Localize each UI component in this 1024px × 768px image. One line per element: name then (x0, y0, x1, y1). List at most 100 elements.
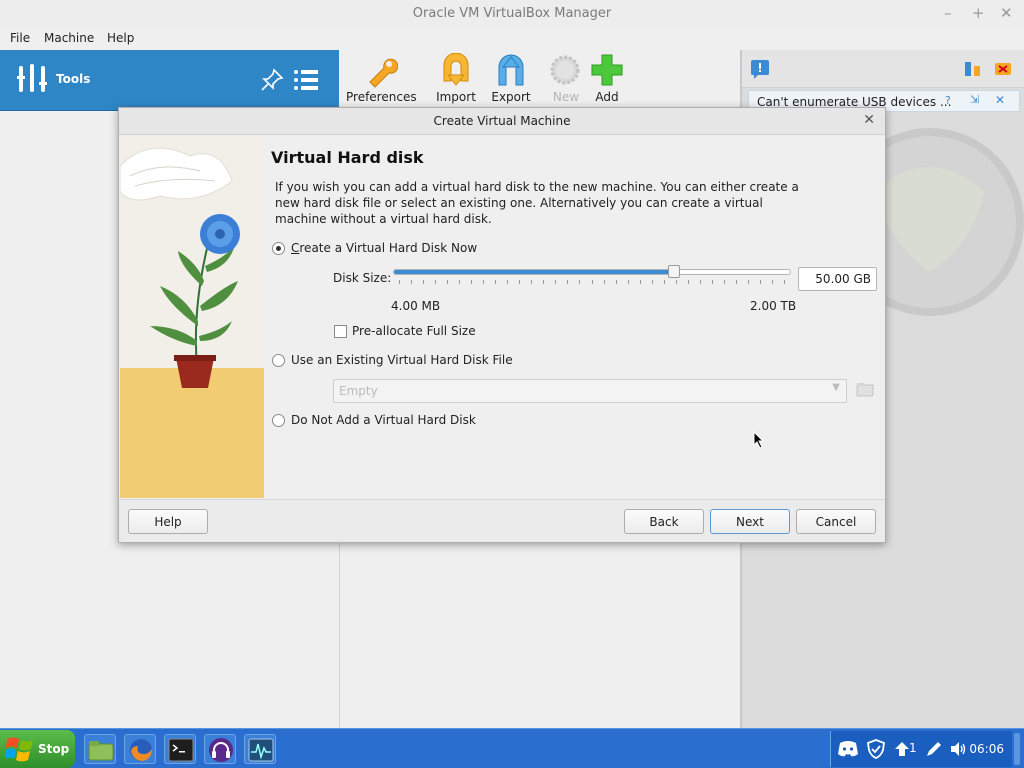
slider-tick (471, 280, 473, 284)
close-notification-icon[interactable]: ✕ (995, 93, 1005, 107)
slider-tick (747, 280, 749, 284)
slider-tick (483, 280, 485, 284)
import-icon (443, 53, 469, 86)
slider-tick (615, 280, 617, 284)
terminal-icon (168, 738, 194, 762)
slider-tick (651, 280, 653, 284)
close-icon[interactable]: ✕ (1000, 4, 1013, 22)
flower-pot-illustration (120, 136, 264, 498)
disk-size-input[interactable]: 50.00 GB (798, 267, 877, 291)
notification-toolbar (742, 50, 1024, 88)
wrench-icon (369, 58, 398, 88)
taskbar: Stop 1 06:06 (0, 728, 1024, 768)
system-tray: 1 06:06 (830, 731, 1012, 767)
no-disk-radio[interactable] (272, 414, 285, 427)
show-desktop-button[interactable] (1014, 733, 1020, 765)
slider-tick (567, 280, 569, 284)
create-now-label-text: reate a Virtual Hard Disk Now (299, 241, 478, 255)
preallocate-checkbox[interactable] (334, 325, 347, 338)
import-button[interactable]: Import (426, 50, 486, 110)
add-plus-icon (591, 54, 623, 86)
window-title: Oracle VM VirtualBox Manager (412, 6, 612, 21)
import-label: Import (436, 90, 476, 104)
tools-panel[interactable]: Tools (0, 50, 339, 111)
disk-size-slider-track[interactable] (393, 269, 791, 275)
cancel-button[interactable]: Cancel (796, 509, 876, 534)
pin-icon[interactable] (260, 68, 284, 92)
start-label: Stop (38, 742, 70, 756)
choose-disk-folder-icon[interactable] (855, 380, 875, 400)
taskbar-system-monitor[interactable] (244, 734, 276, 764)
volume-icon[interactable] (949, 740, 967, 758)
disk-size-min-label: 4.00 MB (391, 299, 441, 313)
slider-tick (627, 280, 629, 284)
no-disk-label[interactable]: Do Not Add a Virtual Hard Disk (291, 413, 476, 427)
windows-logo-icon (5, 737, 33, 762)
create-now-label[interactable]: Create a Virtual Hard Disk Now (291, 241, 477, 255)
help-button[interactable]: Help (128, 509, 208, 534)
page-heading: Virtual Hard disk (271, 148, 424, 167)
menu-help[interactable]: Help (107, 31, 134, 45)
discord-icon[interactable] (837, 740, 859, 758)
window-titlebar: Oracle VM VirtualBox Manager – + ✕ (0, 0, 1024, 28)
dialog-titlebar: Create Virtual Machine ✕ (119, 108, 885, 135)
slider-tick (447, 280, 449, 284)
slider-tick (591, 280, 593, 284)
taskbar-files[interactable] (84, 734, 116, 764)
disk-size-slider-handle[interactable] (667, 265, 680, 278)
dialog-title: Create Virtual Machine (433, 114, 571, 128)
create-now-radio[interactable] (272, 242, 285, 255)
chevron-down-icon: ▼ (832, 382, 840, 393)
slider-tick (519, 280, 521, 284)
use-existing-radio[interactable] (272, 354, 285, 367)
slider-tick (759, 280, 761, 284)
slider-tick (411, 280, 413, 284)
taskbar-audio-player[interactable] (204, 734, 236, 764)
slider-tick (507, 280, 509, 284)
disk-size-label: Disk Size: (333, 271, 392, 285)
slider-tick (603, 280, 605, 284)
clear-all-icon[interactable] (994, 60, 1012, 78)
system-monitor-icon (248, 738, 274, 762)
wizard-page: Virtual Hard disk If you wish you can ad… (269, 136, 884, 498)
slider-tick (435, 280, 437, 284)
disk-size-max-label: 2.00 TB (750, 299, 797, 313)
add-button[interactable]: Add (577, 50, 637, 110)
notification-center-icon[interactable] (750, 59, 770, 79)
dialog-button-bar: Help Back Next Cancel (119, 499, 885, 542)
preallocate-label[interactable]: Pre-allocate Full Size (352, 324, 476, 338)
clock: 06:06 (969, 742, 1004, 756)
slider-tick (784, 280, 785, 284)
slider-tick (531, 280, 533, 284)
preferences-button[interactable]: Preferences (346, 50, 417, 110)
create-vm-dialog: Create Virtual Machine ✕ Virtual Hard di… (118, 107, 886, 543)
slider-tick (735, 280, 737, 284)
slider-tick (675, 280, 677, 284)
disk-size-ticks (399, 280, 785, 286)
slider-tick (711, 280, 713, 284)
firefox-icon (130, 739, 152, 761)
existing-disk-combo[interactable]: Empty ▼ (333, 379, 847, 403)
list-menu-icon[interactable] (293, 67, 319, 93)
minimize-icon[interactable]: – (944, 4, 952, 22)
disk-size-slider-fill (394, 270, 674, 274)
dialog-close-icon[interactable]: ✕ (863, 112, 875, 128)
taskbar-terminal[interactable] (164, 734, 196, 764)
start-button[interactable]: Stop (0, 730, 75, 768)
sort-icon[interactable] (964, 60, 982, 78)
taskbar-firefox[interactable] (124, 734, 156, 764)
help-icon[interactable]: ? (945, 94, 951, 107)
main-toolbar: Preferences Import Export New Add (340, 50, 740, 111)
menubar: File Machine Help (0, 28, 1024, 50)
export-button[interactable]: Export (481, 50, 541, 110)
shield-icon[interactable] (867, 739, 885, 759)
pen-icon[interactable] (925, 740, 943, 758)
use-existing-label[interactable]: Use an Existing Virtual Hard Disk File (291, 353, 513, 367)
slider-tick (495, 280, 497, 284)
maximize-icon[interactable]: + (972, 4, 985, 22)
menu-file[interactable]: File (10, 31, 30, 45)
hide-icon[interactable]: ⇲ (970, 93, 979, 106)
next-button[interactable]: Next (710, 509, 790, 534)
menu-machine[interactable]: Machine (44, 31, 94, 45)
back-button[interactable]: Back (624, 509, 704, 534)
